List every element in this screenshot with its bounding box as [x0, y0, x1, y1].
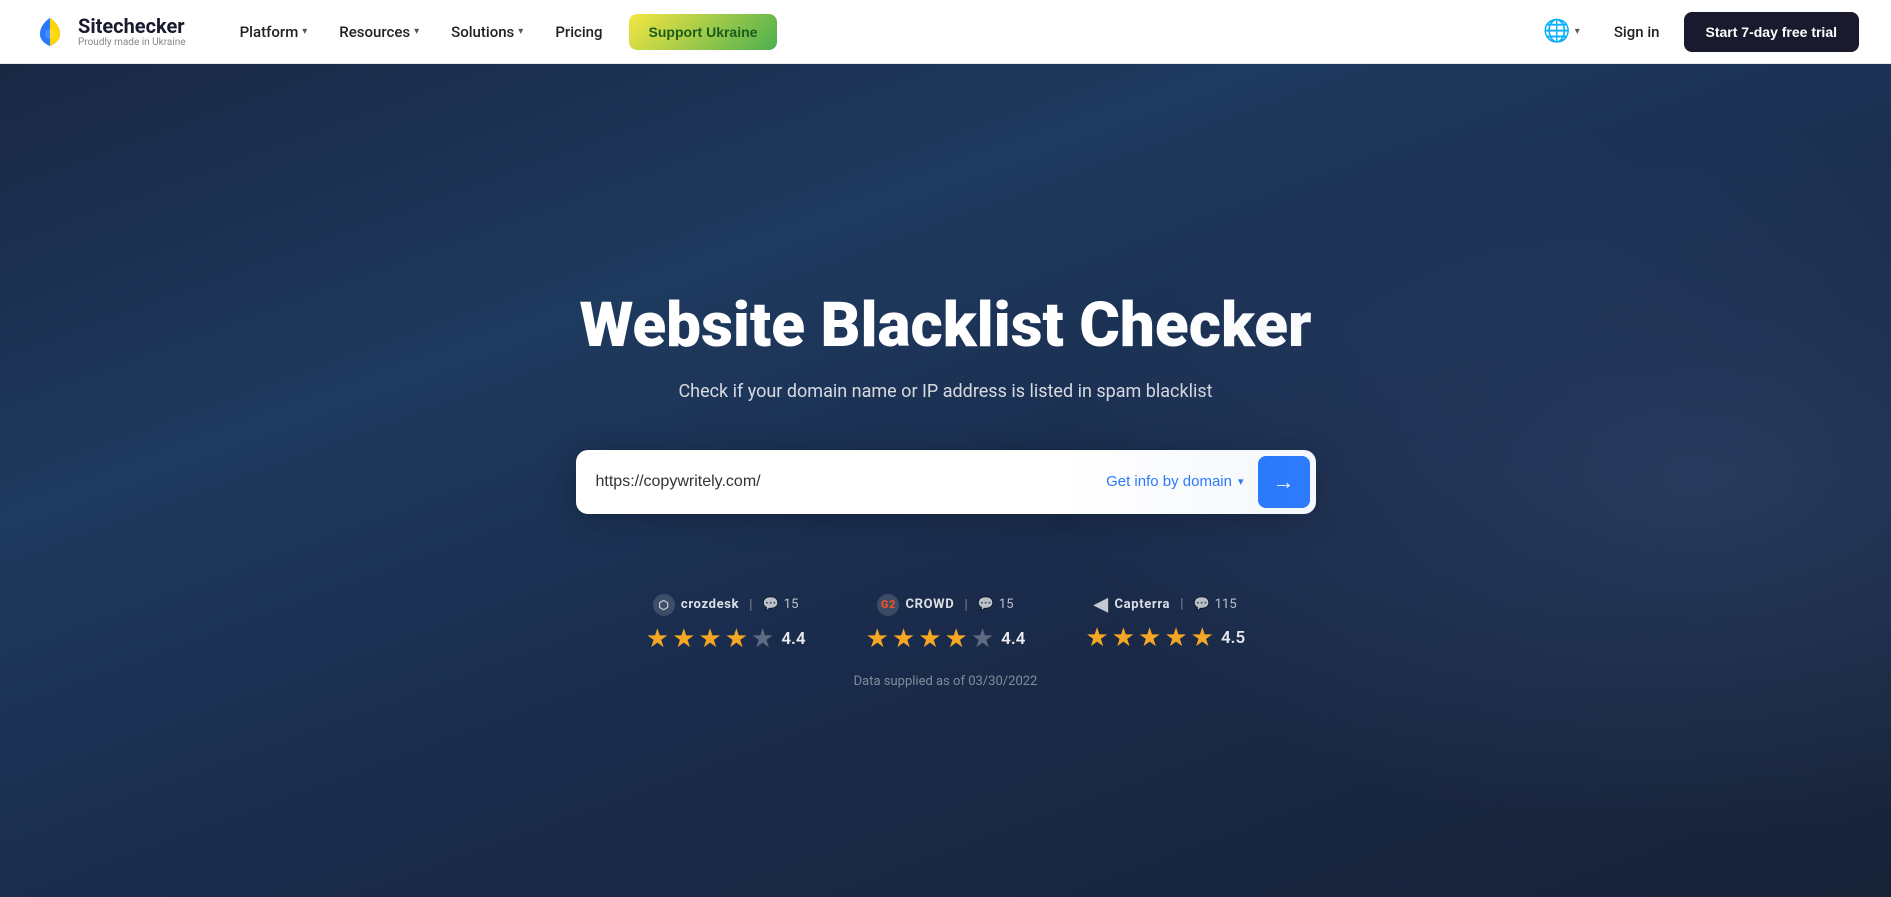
- get-info-label: Get info by domain: [1106, 473, 1232, 490]
- arrow-right-icon: →: [1273, 469, 1295, 495]
- rating-crozdesk: ⬡ crozdesk | 💬 15 ★ ★ ★ ★ ★ 4.4: [646, 594, 806, 654]
- rating-capterra: ◀ Capterra | 💬 115 ★ ★ ★ ★ ★ 4.5: [1085, 594, 1245, 653]
- g2-icon: G2: [877, 594, 899, 616]
- logo-tagline: Proudly made in Ukraine: [78, 37, 186, 48]
- search-input[interactable]: [596, 463, 1093, 501]
- g2-reviews: 15: [999, 597, 1014, 612]
- g2-score: 4.4: [1001, 629, 1025, 649]
- comment-icon-capterra: 💬: [1194, 597, 1210, 612]
- logo-link[interactable]: Sitechecker Proudly made in Ukraine: [32, 14, 186, 50]
- nav-item-solutions[interactable]: Solutions ▾: [437, 15, 537, 49]
- get-info-by-domain-button[interactable]: Get info by domain ▾: [1092, 473, 1257, 490]
- capterra-label: Capterra: [1114, 597, 1170, 612]
- crozdesk-icon: ⬡: [653, 594, 675, 616]
- navbar: Sitechecker Proudly made in Ukraine Plat…: [0, 0, 1891, 64]
- nav-item-pricing[interactable]: Pricing: [541, 15, 616, 49]
- support-ukraine-button[interactable]: Support Ukraine: [629, 14, 778, 50]
- solutions-chevron-icon: ▾: [518, 26, 523, 37]
- language-chevron-icon: ▾: [1575, 26, 1580, 37]
- nav-item-resources[interactable]: Resources ▾: [325, 15, 433, 49]
- crozdesk-reviews: 15: [784, 597, 799, 612]
- crozdesk-label: crozdesk: [681, 597, 739, 612]
- hero-subtitle: Check if your domain name or IP address …: [678, 381, 1212, 402]
- ratings-row: ⬡ crozdesk | 💬 15 ★ ★ ★ ★ ★ 4.4: [646, 594, 1245, 654]
- logo-name: Sitechecker: [78, 15, 186, 37]
- comment-icon: 💬: [763, 597, 779, 612]
- search-box: Get info by domain ▾ →: [576, 450, 1316, 514]
- rating-g2crowd: G2 CROWD | 💬 15 ★ ★ ★ ★ ★ 4.4: [866, 594, 1026, 654]
- crozdesk-stars: ★ ★ ★ ★ ★ 4.4: [646, 624, 806, 654]
- globe-icon: 🌐: [1543, 19, 1570, 44]
- hero-section: Website Blacklist Checker Check if your …: [0, 64, 1891, 897]
- data-note: Data supplied as of 03/30/2022: [854, 674, 1038, 689]
- g2-stars: ★ ★ ★ ★ ★ 4.4: [866, 624, 1026, 654]
- language-selector[interactable]: 🌐 ▾: [1533, 11, 1589, 52]
- nav-links: Platform ▾ Resources ▾ Solutions ▾ Prici…: [226, 14, 1534, 50]
- comment-icon-g2: 💬: [978, 597, 994, 612]
- capterra-icon: ◀: [1094, 594, 1109, 615]
- g2-label: CROWD: [905, 597, 954, 612]
- get-info-chevron-icon: ▾: [1238, 475, 1244, 488]
- capterra-reviews: 115: [1215, 597, 1237, 612]
- platform-chevron-icon: ▾: [302, 26, 307, 37]
- sign-in-button[interactable]: Sign in: [1598, 15, 1676, 49]
- nav-item-platform[interactable]: Platform ▾: [226, 15, 322, 49]
- hero-title: Website Blacklist Checker: [579, 292, 1311, 360]
- trial-button[interactable]: Start 7-day free trial: [1684, 12, 1860, 52]
- resources-chevron-icon: ▾: [414, 26, 419, 37]
- capterra-score: 4.5: [1221, 628, 1245, 648]
- search-submit-button[interactable]: →: [1258, 456, 1310, 508]
- crozdesk-score: 4.4: [781, 629, 805, 649]
- logo-icon: [32, 14, 68, 50]
- capterra-stars: ★ ★ ★ ★ ★ 4.5: [1085, 623, 1245, 653]
- nav-right: 🌐 ▾ Sign in Start 7-day free trial: [1533, 11, 1859, 52]
